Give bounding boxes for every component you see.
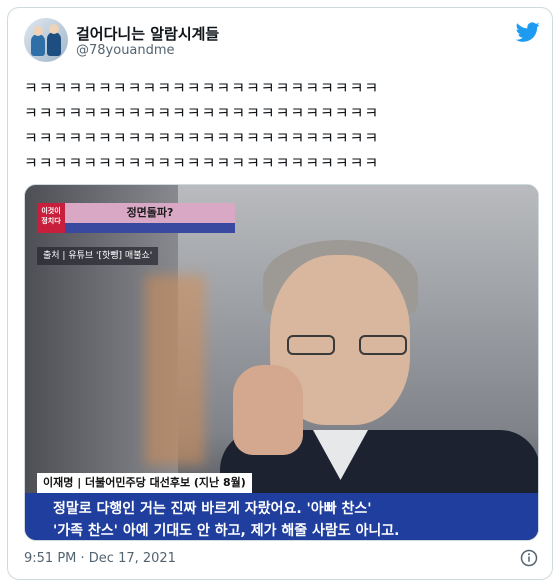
avatar-figure-left: [31, 34, 45, 56]
program-title-underbar: [65, 223, 235, 233]
subtitle-line-2: '가족 찬스' 아예 기대도 안 하고, 제가 해줄 사람도 아니고.: [53, 523, 400, 539]
display-name[interactable]: 걸어다니는 알람시계들: [76, 23, 219, 44]
subtitle-line-1: 정말로 다행인 거는 진짜 바르게 자랐어요. '아빠 찬스': [53, 501, 372, 517]
info-icon[interactable]: [520, 549, 538, 567]
tweet-media-image[interactable]: 이것이 정치다 정면돌파? 출처 | 유튜브 '[핫뼁] 매불쇼' 이재명 | …: [24, 184, 539, 541]
twitter-bird-icon[interactable]: [516, 20, 540, 44]
media-blur-figure: [145, 275, 205, 465]
tweet-text-line: ㅋㅋㅋㅋㅋㅋㅋㅋㅋㅋㅋㅋㅋㅋㅋㅋㅋㅋㅋㅋㅋㅋㅋㅋ: [24, 154, 380, 172]
tweet-text: ㅋㅋㅋㅋㅋㅋㅋㅋㅋㅋㅋㅋㅋㅋㅋㅋㅋㅋㅋㅋㅋㅋㅋㅋ ㅋㅋㅋㅋㅋㅋㅋㅋㅋㅋㅋㅋㅋㅋㅋ…: [24, 76, 494, 176]
speaker-label: 이재명 | 더불어민주당 대선후보 (지난 8월): [37, 473, 252, 493]
tweet-card[interactable]: 걸어다니는 알람시계들 @78youandme ㅋㅋㅋㅋㅋㅋㅋㅋㅋㅋㅋㅋㅋㅋㅋㅋ…: [7, 7, 553, 580]
avatar-figure-right: [47, 32, 61, 56]
avatar-head-left: [33, 26, 43, 36]
tweet-text-line: ㅋㅋㅋㅋㅋㅋㅋㅋㅋㅋㅋㅋㅋㅋㅋㅋㅋㅋㅋㅋㅋㅋㅋㅋ: [24, 79, 380, 97]
person-glasses: [287, 335, 407, 357]
tweet-text-line: ㅋㅋㅋㅋㅋㅋㅋㅋㅋㅋㅋㅋㅋㅋㅋㅋㅋㅋㅋㅋㅋㅋㅋㅋ: [24, 104, 380, 122]
source-label: 출처 | 유튜브 '[핫뼁] 매불쇼': [37, 247, 159, 265]
program-title-banner: 정면돌파?: [65, 203, 235, 223]
program-badge: 이것이 정치다: [37, 203, 65, 233]
avatar[interactable]: [24, 18, 68, 62]
tweet-timestamp[interactable]: 9:51 PM · Dec 17, 2021: [24, 551, 176, 566]
tweet-text-line: ㅋㅋㅋㅋㅋㅋㅋㅋㅋㅋㅋㅋㅋㅋㅋㅋㅋㅋㅋㅋㅋㅋㅋㅋ: [24, 129, 380, 147]
avatar-head-right: [49, 24, 59, 34]
subtitle-bar: 정말로 다행인 거는 진짜 바르게 자랐어요. '아빠 찬스' '가족 찬스' …: [25, 493, 538, 540]
user-handle[interactable]: @78youandme: [76, 43, 175, 58]
person-hand: [233, 365, 303, 455]
